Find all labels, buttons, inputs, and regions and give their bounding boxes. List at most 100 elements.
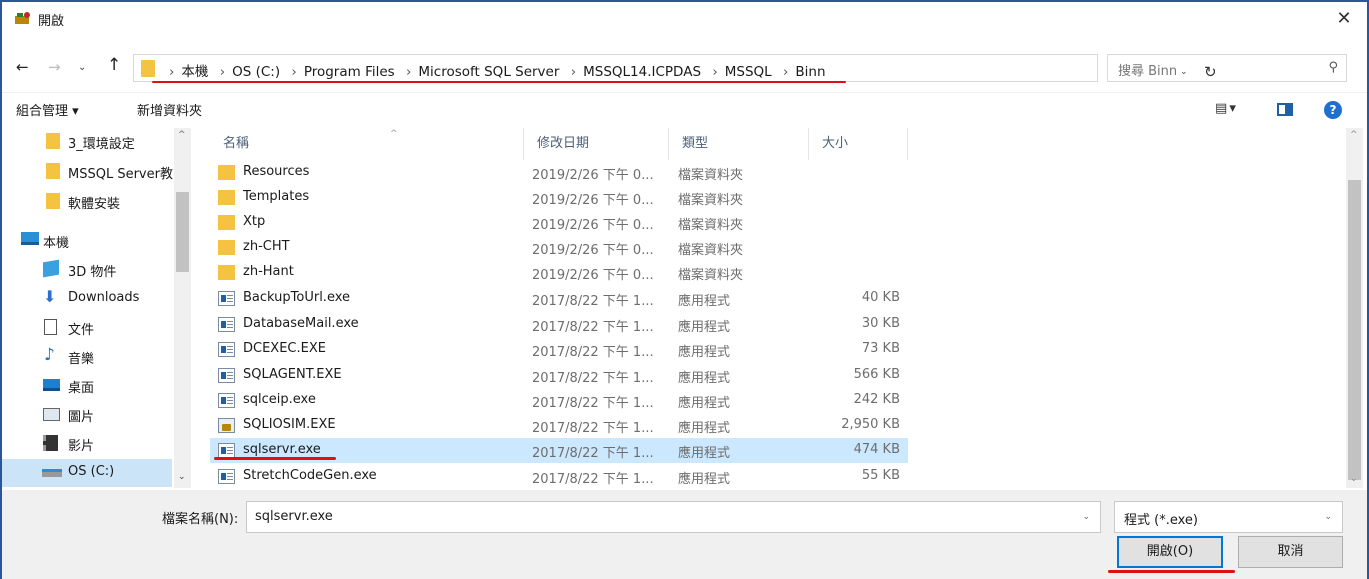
nav-item-documents[interactable]: 文件 (2, 314, 172, 342)
filename-label: 檔案名稱(N): (162, 512, 239, 527)
column-header-label: 名稱 (223, 136, 250, 151)
nav-item-label: 音樂 (68, 352, 95, 367)
list-item[interactable]: Xtp 2019/2/26 下午 0... 檔案資料夾 (210, 210, 908, 235)
breadcrumb-separator[interactable]: › (712, 64, 717, 80)
title-bar: 開啟 ✕ (2, 2, 1367, 34)
column-header-date[interactable]: 修改日期 (524, 128, 669, 160)
nav-pane-scrollbar[interactable]: ^ ⌄ (174, 128, 191, 488)
breadcrumb-item-os-c[interactable]: OS (C:) (232, 64, 280, 80)
nav-item-os-c[interactable]: OS (C:) (2, 459, 172, 487)
breadcrumb-item-program-files[interactable]: Program Files (304, 64, 395, 80)
list-item[interactable]: SQLIOSIM.EXE 2017/8/22 下午 1... 應用程式 2,95… (210, 413, 908, 438)
file-list: 名稱 ^ 修改日期 類型 大小 Resources 2019/2/26 下午 0… (192, 128, 1346, 488)
nav-item-mssql-teaching[interactable]: MSSQL Server教 (2, 158, 173, 186)
breadcrumb-separator[interactable]: › (220, 64, 225, 80)
up-arrow-icon[interactable]: ↑ (107, 55, 121, 75)
nav-item-3d-objects[interactable]: 3D 物件 (2, 256, 172, 284)
list-item[interactable]: BackupToUrl.exe 2017/8/22 下午 1... 應用程式 4… (210, 286, 908, 311)
file-type: 檔案資料夾 (678, 243, 744, 258)
folder-icon (218, 215, 235, 230)
address-bar[interactable]: › 本機 › OS (C:) › Program Files › Microsoft S… (133, 54, 1217, 83)
file-size: 566 KB (853, 367, 900, 382)
file-date: 2019/2/26 下午 0... (532, 168, 654, 183)
breadcrumb-item-this-pc[interactable]: 本機 (181, 64, 208, 80)
scroll-down-icon[interactable]: ⌄ (178, 472, 186, 482)
filename-value: sqlservr.exe (255, 509, 333, 524)
list-item[interactable]: zh-Hant 2019/2/26 下午 0... 檔案資料夾 (210, 260, 908, 285)
nav-item-label: 文件 (68, 323, 95, 338)
file-date: 2017/8/22 下午 1... (532, 320, 654, 335)
nav-item-software-install[interactable]: 軟體安裝 (2, 188, 172, 216)
breadcrumb-item-mssql[interactable]: MSSQL (725, 64, 772, 80)
file-name: sqlceip.exe (243, 392, 316, 407)
file-name: StretchCodeGen.exe (243, 468, 377, 483)
column-header-name[interactable]: 名稱 ^ (210, 128, 524, 160)
list-item[interactable]: DatabaseMail.exe 2017/8/22 下午 1... 應用程式 … (210, 312, 908, 337)
organize-menu-button[interactable]: 組合管理 ▾ (16, 100, 79, 119)
breadcrumb-separator[interactable]: › (406, 64, 411, 80)
breadcrumb-item-binn[interactable]: Binn (795, 64, 825, 80)
breadcrumb-item-mssql14-icpdas[interactable]: MSSQL14.ICPDAS (583, 64, 701, 80)
file-date: 2019/2/26 下午 0... (532, 268, 654, 283)
scroll-down-icon[interactable]: ⌄ (1350, 474, 1358, 484)
breadcrumb-item-microsoft-sql-server[interactable]: Microsoft SQL Server (418, 64, 559, 80)
filename-dropdown-icon[interactable]: ⌄ (1082, 512, 1090, 522)
scrollbar-thumb[interactable] (176, 192, 189, 272)
exe-icon (218, 443, 235, 458)
breadcrumb-separator[interactable]: › (291, 64, 296, 80)
column-header-type[interactable]: 類型 (669, 128, 809, 160)
filetype-select[interactable]: 程式 (*.exe) ⌄ (1114, 501, 1343, 533)
view-options-icon[interactable]: ▤ ▾ (1215, 101, 1236, 116)
list-item[interactable]: sqlceip.exe 2017/8/22 下午 1... 應用程式 242 K… (210, 388, 908, 413)
list-item[interactable]: Templates 2019/2/26 下午 0... 檔案資料夾 (210, 185, 908, 210)
file-type: 應用程式 (678, 396, 731, 411)
preview-pane-icon[interactable] (1277, 103, 1293, 116)
list-item[interactable]: StretchCodeGen.exe 2017/8/22 下午 1... 應用程… (210, 464, 908, 489)
breadcrumb-separator[interactable]: › (571, 64, 576, 80)
list-item[interactable]: Resources 2019/2/26 下午 0... 檔案資料夾 (210, 160, 908, 185)
open-button[interactable]: 開啟(O) (1117, 536, 1223, 568)
column-header-size[interactable]: 大小 (809, 128, 908, 160)
recent-locations-chevron-icon[interactable]: ⌄ (78, 62, 86, 73)
nav-item-desktop[interactable]: 桌面 (2, 372, 172, 400)
file-date: 2017/8/22 下午 1... (532, 396, 654, 411)
filetype-dropdown-icon[interactable]: ⌄ (1324, 512, 1332, 522)
list-item[interactable]: zh-CHT 2019/2/26 下午 0... 檔案資料夾 (210, 235, 908, 260)
file-name: BackupToUrl.exe (243, 290, 351, 305)
breadcrumb-separator[interactable]: › (783, 64, 788, 80)
cancel-button[interactable]: 取消 (1238, 536, 1343, 568)
documents-icon (44, 319, 57, 335)
nav-item-label: 影片 (68, 439, 95, 454)
file-date: 2017/8/22 下午 1... (532, 371, 654, 386)
search-icon[interactable]: ⚲ (1328, 60, 1338, 75)
file-list-scrollbar[interactable]: ^ ⌄ (1346, 128, 1363, 488)
help-icon[interactable]: ? (1324, 101, 1342, 119)
folder-icon (46, 163, 60, 179)
close-icon[interactable]: ✕ (1327, 6, 1361, 32)
pictures-icon (43, 408, 60, 421)
new-folder-button[interactable]: 新增資料夾 (137, 100, 202, 119)
back-arrow-icon[interactable]: ← (16, 58, 29, 76)
forward-arrow-icon[interactable]: → (48, 58, 61, 76)
nav-item-music[interactable]: ♪ 音樂 (2, 343, 172, 371)
music-icon: ♪ (44, 345, 55, 365)
nav-item-env-settings[interactable]: 3_環境設定 (2, 128, 172, 156)
list-item[interactable]: DCEXEC.EXE 2017/8/22 下午 1... 應用程式 73 KB (210, 337, 908, 362)
nav-item-videos[interactable]: 影片 (2, 430, 172, 458)
scroll-up-icon[interactable]: ^ (1350, 130, 1358, 140)
nav-item-this-pc[interactable]: 本機 (2, 227, 172, 255)
3d-objects-icon (43, 259, 59, 278)
search-input[interactable]: 搜尋 Binn ⚲ (1107, 54, 1347, 82)
file-date: 2019/2/26 下午 0... (532, 243, 654, 258)
folder-icon (46, 133, 60, 149)
folder-icon (141, 60, 155, 77)
scrollbar-thumb[interactable] (1348, 180, 1361, 480)
nav-item-pictures[interactable]: 圖片 (2, 401, 172, 429)
file-name: SQLAGENT.EXE (243, 367, 342, 382)
nav-item-downloads[interactable]: ⬇ Downloads (2, 285, 172, 313)
scroll-up-icon[interactable]: ^ (178, 130, 186, 140)
list-item[interactable]: SQLAGENT.EXE 2017/8/22 下午 1... 應用程式 566 … (210, 363, 908, 388)
folder-icon (218, 240, 235, 255)
filename-input[interactable]: sqlservr.exe ⌄ (246, 501, 1101, 533)
file-date: 2017/8/22 下午 1... (532, 294, 654, 309)
